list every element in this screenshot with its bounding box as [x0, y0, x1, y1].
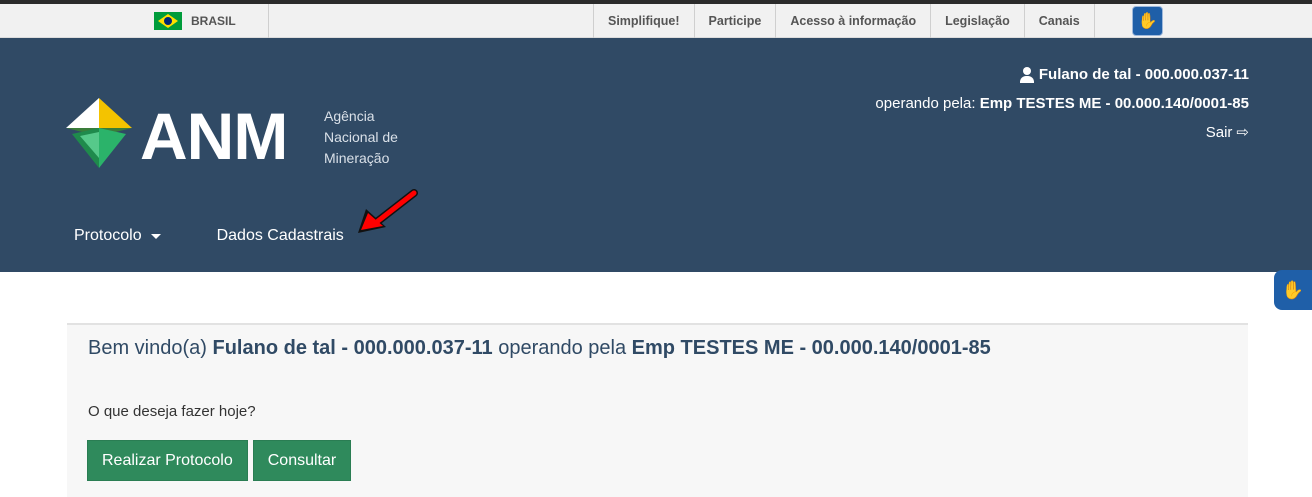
user-icon: [1019, 66, 1034, 83]
govlink-simplifique[interactable]: Simplifique!: [593, 4, 694, 38]
welcome-prefix: Bem vindo(a): [88, 337, 207, 359]
logo-subtitle-line: Nacional de: [324, 129, 398, 145]
question-text: O que deseja fazer hoje?: [88, 403, 256, 420]
gov-links: Simplifique! Participe Acesso à informaç…: [593, 4, 1095, 38]
welcome-company: Emp TESTES ME - 00.000.140/0001-85: [631, 337, 991, 359]
govlink-legislacao[interactable]: Legislação: [930, 4, 1024, 38]
gov-top-bar: BRASIL Simplifique! Participe Acesso à i…: [0, 0, 1312, 38]
logo-text: ANM: [140, 99, 288, 173]
caret-down-icon: [150, 233, 161, 239]
nav-dados-cadastrais-label: Dados Cadastrais: [216, 227, 344, 244]
welcome-heading: Bem vindo(a) Fulano de tal - 000.000.037…: [88, 337, 991, 360]
anm-logo-mark-icon: [66, 98, 132, 168]
sign-out-icon: ⇨: [1236, 124, 1249, 141]
vlibras-hands-icon[interactable]: ✋: [1132, 6, 1163, 36]
nav-dados-cadastrais[interactable]: Dados Cadastrais: [217, 227, 344, 245]
main-nav: Protocolo Dados Cadastrais: [74, 227, 344, 245]
welcome-mid: operando pela: [498, 337, 627, 359]
govlink-canais[interactable]: Canais: [1023, 4, 1095, 38]
logo-subtitle-line: Agência: [324, 108, 375, 124]
welcome-panel: Bem vindo(a) Fulano de tal - 000.000.037…: [67, 323, 1248, 497]
realizar-protocolo-button[interactable]: Realizar Protocolo: [87, 440, 248, 481]
brazil-flag-icon: [154, 12, 182, 30]
brasil-label: BRASIL: [191, 14, 236, 28]
red-arrow-icon: [358, 189, 418, 233]
logout-label: Sair: [1205, 124, 1233, 141]
anm-logo[interactable]: ANM Agência Nacional de Mineração: [66, 98, 406, 178]
user-name: Fulano de tal - 000.000.037-11: [1038, 66, 1249, 83]
logout-link[interactable]: Sair ⇨: [1206, 118, 1249, 147]
logo-subtitle: Agência Nacional de Mineração: [324, 106, 398, 169]
govlink-participe[interactable]: Participe: [693, 4, 776, 38]
vlibras-widget-icon[interactable]: ✋: [1274, 270, 1312, 310]
nav-protocolo[interactable]: Protocolo: [74, 227, 161, 245]
action-buttons: Realizar Protocolo Consultar: [87, 440, 356, 481]
site-header: Fulano de tal - 000.000.037-11 operando …: [0, 38, 1312, 272]
operating-prefix: operando pela:: [875, 95, 976, 112]
logo-subtitle-line: Mineração: [324, 150, 390, 166]
consultar-button[interactable]: Consultar: [252, 440, 352, 481]
welcome-user: Fulano de tal - 000.000.037-11: [212, 337, 493, 359]
govlink-acesso-informacao[interactable]: Acesso à informação: [775, 4, 930, 38]
company-name: Emp TESTES ME - 00.000.140/0001-85: [979, 95, 1249, 112]
brasil-link[interactable]: BRASIL: [138, 4, 269, 38]
nav-protocolo-label: Protocolo: [74, 227, 142, 244]
user-info: Fulano de tal - 000.000.037-11 operando …: [875, 60, 1249, 147]
